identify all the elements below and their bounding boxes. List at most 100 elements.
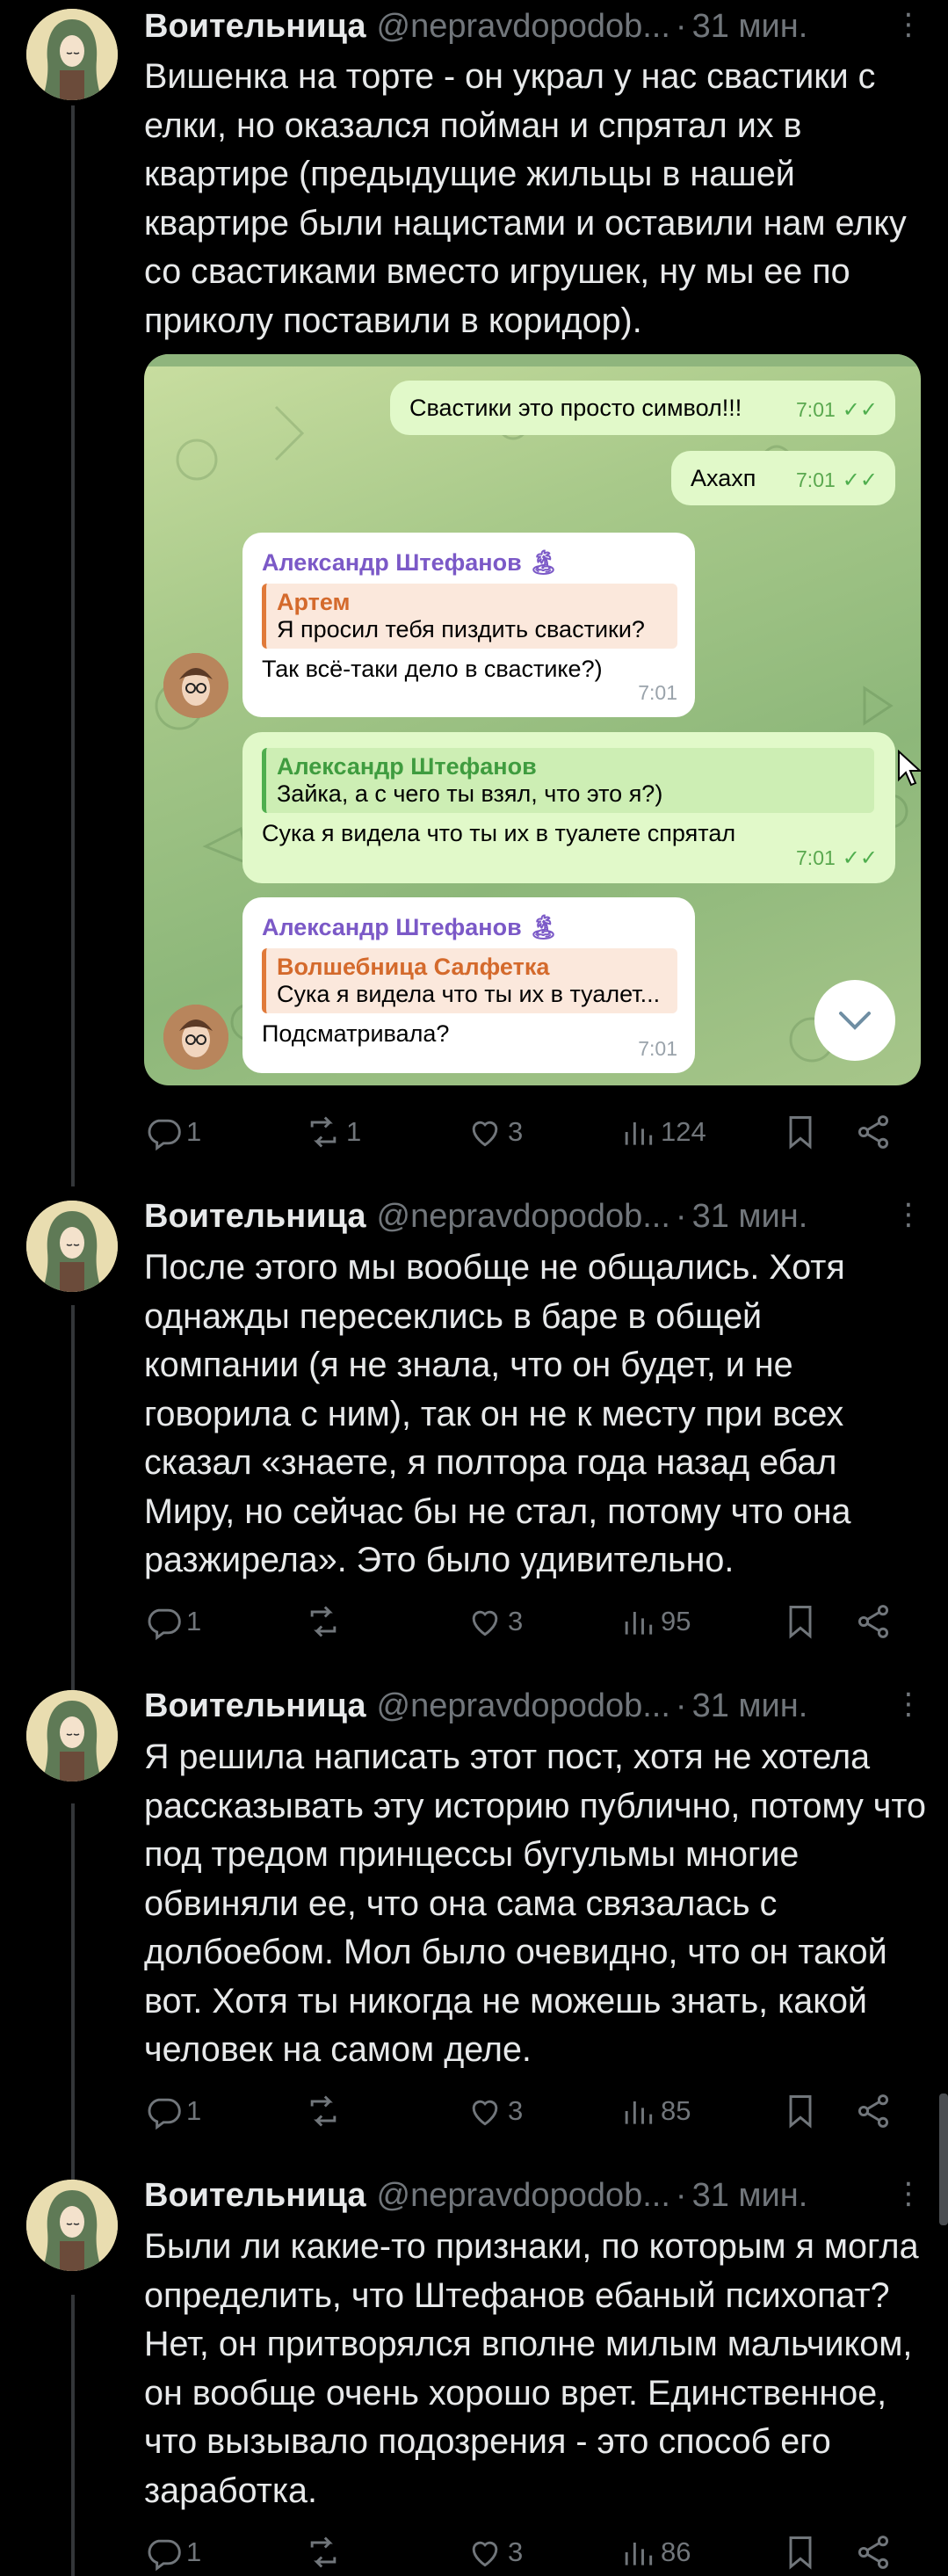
message-outgoing[interactable]: Свастики это просто символ!!! 7:01 ✓✓ (390, 381, 895, 435)
more-icon[interactable]: ⋮ (894, 2176, 923, 2211)
views-button[interactable]: 95 (619, 1600, 691, 1644)
tweet-actions: 1 3 85 (144, 2089, 908, 2133)
retweet-button[interactable]: 1 (304, 1110, 361, 1154)
message-outgoing[interactable]: Ахахп 7:01 ✓✓ (671, 451, 895, 505)
message-sender[interactable]: Александр Штефанов 🏝 (262, 913, 677, 941)
retweet-icon (310, 2095, 337, 2127)
reply-icon (148, 1608, 181, 1641)
like-button[interactable]: 3 (466, 2089, 523, 2133)
author-name[interactable]: Воительница (144, 8, 366, 46)
tweet[interactable]: Воительница @nepravdopodob... · 31 мин. … (0, 1195, 948, 1687)
reply-button[interactable]: 1 (144, 1110, 201, 1154)
views-button[interactable]: 124 (619, 1110, 706, 1154)
message-text: Подсматривала? (262, 1020, 450, 1047)
views-button[interactable]: 85 (619, 2089, 691, 2133)
tweet-text: Были ли какие-то признаки, по которым я … (144, 2227, 919, 2510)
author-name[interactable]: Воительница (144, 1198, 366, 1236)
tweet-text: Я решила написать этот пост, хотя не хот… (144, 1738, 926, 2069)
like-button[interactable]: 3 (466, 1600, 523, 1644)
reply-quote[interactable]: Артем Я просил тебя пиздить свастики? (262, 584, 677, 649)
read-checkmarks-icon: ✓✓ (842, 398, 878, 422)
quote-author: Волшебница Салфетка (277, 954, 550, 980)
reply-count: 1 (186, 1606, 202, 1636)
bookmark-button[interactable] (781, 2089, 823, 2133)
bookmark-button[interactable] (781, 2530, 823, 2574)
like-count: 3 (508, 1116, 524, 1147)
tweet-actions: 1 1 3 124 (144, 1110, 908, 1154)
message-outgoing[interactable]: Александр Штефанов Зайка, а с чего ты вз… (242, 732, 921, 883)
like-button[interactable]: 3 (466, 2530, 523, 2574)
more-icon[interactable]: ⋮ (894, 7, 923, 42)
retweet-icon (310, 2536, 337, 2568)
tweet-header: Воительница @nepravdopodob... · 31 мин. … (144, 2174, 923, 2217)
tweet[interactable]: Воительница @nepravdopodob... · 31 мин. … (0, 1685, 948, 2177)
tweet-header: Воительница @nepravdopodob... · 31 мин. … (144, 5, 923, 47)
share-button[interactable] (854, 2530, 896, 2574)
timestamp[interactable]: 31 мин. (692, 1198, 808, 1236)
author-name[interactable]: Воительница (144, 2177, 366, 2215)
message-incoming[interactable]: Александр Штефанов 🏝 Артем Я просил тебя… (242, 533, 695, 717)
tweet[interactable]: Воительница @nepravdopodob... · 31 мин. … (0, 2174, 948, 2572)
reply-quote[interactable]: Волшебница Салфетка Сука я видела что ты… (262, 948, 677, 1013)
author-name[interactable]: Воительница (144, 1687, 366, 1725)
sender-avatar[interactable] (163, 653, 228, 718)
bookmark-button[interactable] (781, 1110, 823, 1154)
author-handle[interactable]: @nepravdopodob... (377, 8, 670, 46)
author-handle[interactable]: @nepravdopodob... (377, 2177, 670, 2215)
tweet-text: После этого мы вообще не общались. Хотя … (144, 1248, 851, 1579)
reply-icon (148, 2098, 181, 2130)
tweet-media-image[interactable]: Свастики это просто символ!!! 7:01 ✓✓ Аха… (144, 354, 921, 1085)
message-text: Так всё-таки дело в свастике?) (262, 656, 603, 682)
share-icon (858, 2094, 889, 2128)
sender-avatar[interactable] (163, 1005, 228, 1070)
views-icon (625, 1612, 653, 1635)
tweet-actions: 1 3 95 (144, 1600, 908, 1644)
message-text: Ахахп (691, 465, 756, 491)
bookmark-icon (789, 2095, 812, 2129)
share-icon (858, 1115, 889, 1149)
message-incoming[interactable]: Александр Штефанов 🏝 Волшебница Салфетка… (242, 897, 695, 1073)
share-button[interactable] (854, 1600, 896, 1644)
avatar[interactable] (26, 1201, 118, 1292)
like-button[interactable]: 3 (466, 1110, 523, 1154)
message-sender[interactable]: Александр Штефанов 🏝 (262, 548, 677, 577)
quote-author: Артем (277, 589, 351, 615)
mouse-cursor-icon (898, 750, 921, 787)
like-icon (472, 2541, 498, 2567)
separator-dot: · (675, 7, 687, 45)
retweet-button[interactable] (304, 2089, 346, 2133)
retweet-button[interactable] (304, 1600, 346, 1644)
timestamp[interactable]: 31 мин. (692, 8, 808, 46)
reply-button[interactable]: 1 (144, 1600, 201, 1644)
views-icon (625, 2543, 653, 2565)
author-handle[interactable]: @nepravdopodob... (377, 1687, 670, 1725)
timestamp[interactable]: 31 мин. (692, 2177, 808, 2215)
share-button[interactable] (854, 1110, 896, 1154)
avatar[interactable] (26, 9, 118, 100)
read-checkmarks-icon: ✓✓ (842, 468, 878, 492)
reply-icon (148, 1119, 181, 1151)
reply-button[interactable]: 1 (144, 2530, 201, 2574)
more-icon[interactable]: ⋮ (894, 1197, 923, 1232)
avatar[interactable] (26, 1690, 118, 1781)
more-icon[interactable]: ⋮ (894, 1687, 923, 1722)
reply-button[interactable]: 1 (144, 2089, 201, 2133)
tweet[interactable]: Воительница @nepravdopodob... · 31 мин. … (0, 0, 948, 1195)
retweet-icon (310, 1606, 337, 1637)
retweet-button[interactable] (304, 2530, 346, 2574)
cropped-message-edge (144, 354, 921, 366)
chevron-down-icon (839, 1012, 871, 1030)
message-time: 7:01 ✓✓ (796, 398, 878, 422)
reply-quote[interactable]: Александр Штефанов Зайка, а с чего ты вз… (262, 748, 874, 813)
tweet-text: Вишенка на торте - он украл у нас свасти… (144, 57, 907, 340)
timestamp[interactable]: 31 мин. (692, 1687, 808, 1725)
views-count: 124 (661, 1116, 706, 1147)
message-time: 7:01 ✓✓ (796, 846, 878, 870)
avatar[interactable] (26, 2180, 118, 2271)
views-button[interactable]: 86 (619, 2530, 691, 2574)
bookmark-button[interactable] (781, 1600, 823, 1644)
scroll-down-button[interactable] (814, 980, 895, 1061)
like-count: 3 (508, 2095, 524, 2126)
share-button[interactable] (854, 2089, 896, 2133)
author-handle[interactable]: @nepravdopodob... (377, 1198, 670, 1236)
